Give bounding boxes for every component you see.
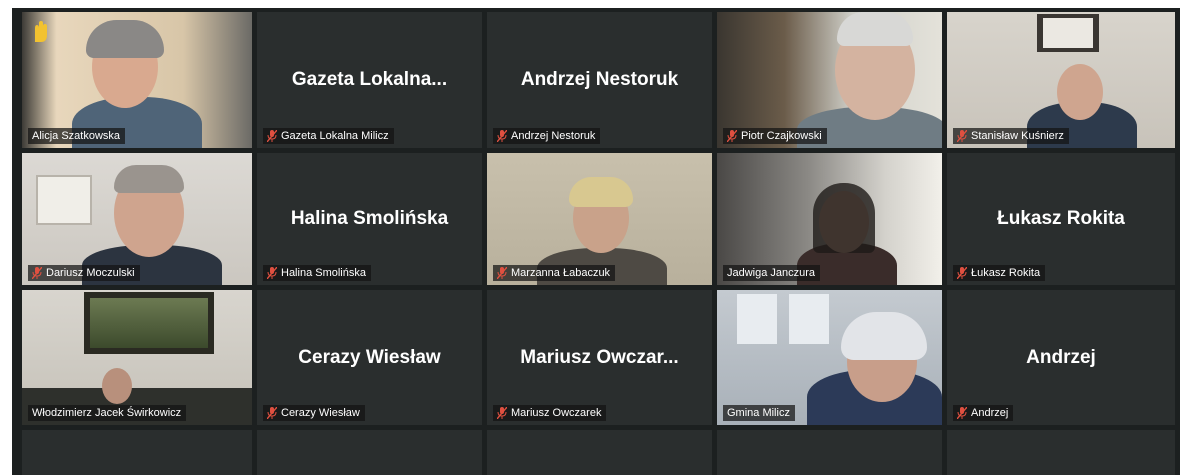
empty-tile	[22, 430, 252, 475]
participant-display-name: Cerazy Wiesław	[298, 346, 441, 368]
participant-tile-lukasz-rokita[interactable]: Łukasz Rokita Łukasz Rokita	[947, 153, 1175, 285]
participant-display-name: Andrzej	[1026, 346, 1096, 368]
participant-name-label: Piotr Czajkowski	[723, 128, 827, 144]
participant-name-label: Jadwiga Janczura	[723, 265, 821, 281]
muted-mic-icon	[727, 130, 737, 142]
participant-tile-marzanna-labaczuk[interactable]: Marzanna Łabaczuk	[487, 153, 712, 285]
muted-mic-icon	[32, 267, 42, 279]
empty-tile	[487, 430, 712, 475]
participant-name-label: Mariusz Owczarek	[493, 405, 607, 421]
participant-display-name: Łukasz Rokita	[997, 208, 1125, 229]
empty-tile	[257, 430, 482, 475]
participant-name-label: Alicja Szatkowska	[28, 128, 126, 144]
muted-mic-icon	[497, 130, 507, 142]
participant-tile-mariusz-owczarek[interactable]: Mariusz Owczar... Mariusz Owczarek	[487, 290, 712, 425]
participant-tile-gazeta-lokalna-milicz[interactable]: Gazeta Lokalna... Gazeta Lokalna Milicz	[257, 12, 482, 148]
participant-name-label: Andrzej Nestoruk	[493, 128, 601, 144]
participant-tile-stanislaw-kusnierz[interactable]: Stanisław Kuśnierz	[947, 12, 1175, 148]
participant-tile-andrzej[interactable]: Andrzej Andrzej	[947, 290, 1175, 425]
participant-name-label: Gmina Milicz	[723, 405, 795, 421]
muted-mic-icon	[957, 407, 967, 419]
muted-mic-icon	[267, 130, 277, 142]
participant-tile-halina-smolinska[interactable]: Halina Smolińska Halina Smolińska	[257, 153, 482, 285]
raised-hand-icon	[35, 21, 47, 42]
participant-display-name: Gazeta Lokalna...	[291, 69, 448, 90]
participant-name-label: Andrzej	[953, 405, 1014, 421]
participant-name-label: Halina Smolińska	[263, 265, 371, 281]
participant-tile-cerazy-wieslaw[interactable]: Cerazy Wiesław Cerazy Wiesław	[257, 290, 482, 425]
muted-mic-icon	[957, 130, 967, 142]
muted-mic-icon	[267, 407, 277, 419]
video-grid: Alicja Szatkowska Gazeta Lokalna... Gaze…	[12, 8, 1180, 475]
participant-tile-alicja-szatkowska[interactable]: Alicja Szatkowska	[22, 12, 252, 148]
participant-tile-wlodzimierz-jacek-swirkowicz[interactable]: Włodzimierz Jacek Świrkowicz	[22, 290, 252, 425]
participant-display-name: Mariusz Owczar...	[520, 346, 679, 368]
empty-tile	[947, 430, 1175, 475]
muted-mic-icon	[497, 407, 507, 419]
participant-tile-piotr-czajkowski[interactable]: Piotr Czajkowski	[717, 12, 942, 148]
participant-tile-andrzej-nestoruk[interactable]: Andrzej Nestoruk Andrzej Nestoruk	[487, 12, 712, 148]
participant-name-label: Włodzimierz Jacek Świrkowicz	[28, 405, 187, 421]
participant-display-name: Halina Smolińska	[290, 208, 449, 229]
muted-mic-icon	[957, 267, 967, 279]
participant-tile-dariusz-moczulski[interactable]: Dariusz Moczulski	[22, 153, 252, 285]
muted-mic-icon	[497, 267, 507, 279]
participant-name-label: Gazeta Lokalna Milicz	[263, 128, 394, 144]
participant-name-label: Łukasz Rokita	[953, 265, 1046, 281]
participant-name-label: Dariusz Moczulski	[28, 265, 140, 281]
participant-tile-gmina-milicz[interactable]: Gmina Milicz	[717, 290, 942, 425]
participant-name-label: Stanisław Kuśnierz	[953, 128, 1069, 144]
muted-mic-icon	[267, 267, 277, 279]
participant-name-label: Cerazy Wiesław	[263, 405, 365, 421]
participant-tile-jadwiga-janczura[interactable]: Jadwiga Janczura	[717, 153, 942, 285]
participant-name-label: Marzanna Łabaczuk	[493, 265, 616, 281]
empty-tile	[717, 430, 942, 475]
participant-display-name: Andrzej Nestoruk	[520, 69, 679, 90]
